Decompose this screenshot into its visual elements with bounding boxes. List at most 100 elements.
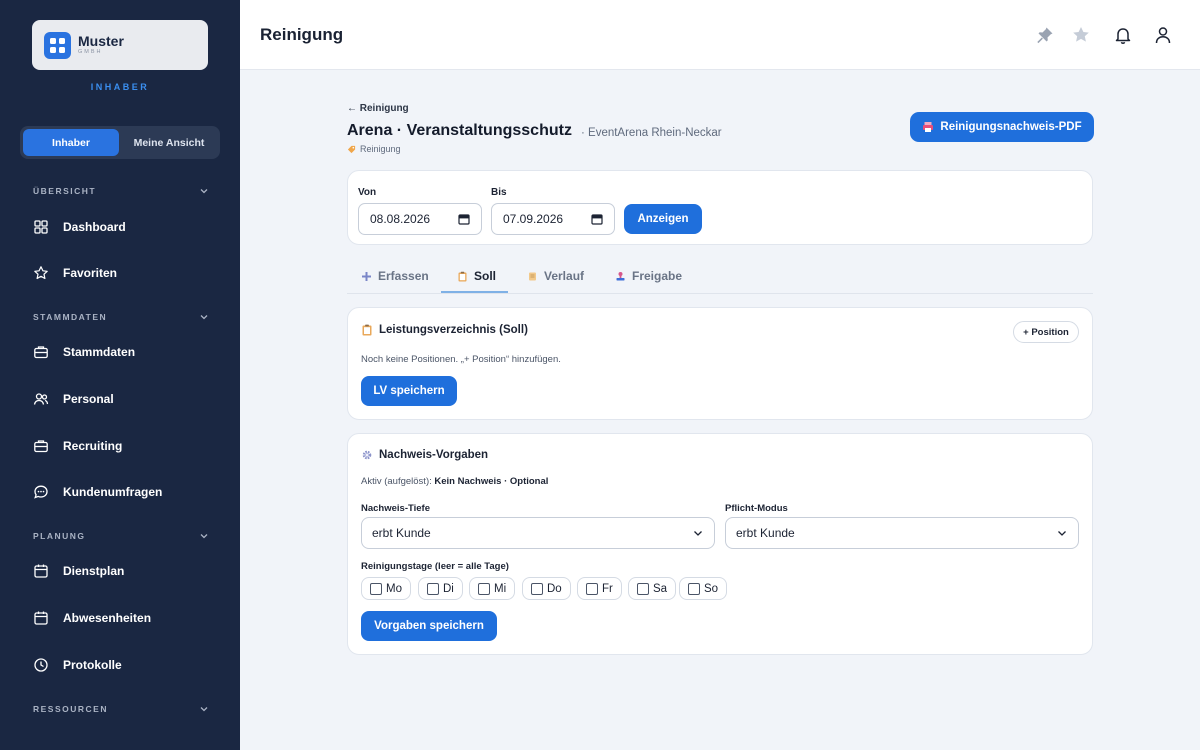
section-ressourcen[interactable]: RESSOURCEN [33, 704, 209, 714]
category-tag-label: Reinigung [360, 144, 401, 154]
day-label: So [704, 582, 719, 595]
checkbox[interactable] [688, 582, 700, 595]
sidebar-item-dashboard[interactable]: Dashboard [33, 215, 223, 239]
day-checkbox-mo[interactable]: Mo [361, 577, 411, 600]
active-config-text: Aktiv (aufgelöst): Kein Nachweis · Optio… [361, 476, 548, 487]
day-label: Fr [602, 582, 613, 595]
save-lv-button[interactable]: LV speichern [361, 376, 457, 406]
top-bar: Reinigung [240, 0, 1200, 70]
tag-icon [347, 145, 356, 153]
calendar-icon[interactable] [591, 213, 603, 225]
chat-bubble-icon [34, 485, 48, 499]
day-checkbox-di[interactable]: Di [418, 577, 463, 600]
checkbox[interactable] [637, 582, 649, 595]
section-title: STAMMDATEN [33, 312, 108, 322]
back-link[interactable]: ← Reinigung [347, 103, 409, 114]
grid-icon [34, 220, 48, 234]
day-label: Di [443, 582, 454, 595]
role-label: INHABER [90, 82, 150, 92]
page-subtitle: · EventArena Rhein-Neckar [581, 127, 722, 139]
checkbox[interactable] [586, 582, 598, 595]
checkbox[interactable] [478, 582, 490, 595]
sidebar-item-label: Personal [63, 392, 114, 406]
day-checkbox-so[interactable]: So [679, 577, 728, 600]
sidebar-item-dienstplan[interactable]: Dienstplan [33, 559, 223, 583]
chevron-down-icon [1058, 531, 1066, 536]
section-stammdaten[interactable]: STAMMDATEN [33, 312, 209, 322]
show-button[interactable]: Anzeigen [624, 204, 702, 234]
sidebar-item-label: Abwesenheiten [63, 611, 152, 625]
tab-soll[interactable]: Soll [453, 259, 500, 293]
from-label: Von [358, 187, 377, 198]
calendar-icon [34, 611, 48, 625]
calendar-icon[interactable] [458, 213, 470, 225]
sidebar-item-kundenumfragen[interactable]: Kundenumfragen [33, 480, 223, 504]
briefcase-icon [34, 440, 48, 453]
day-checkbox-fr[interactable]: Fr [577, 577, 622, 600]
depth-value: erbt Kunde [372, 526, 431, 540]
sidebar-item-favoriten[interactable]: Favoriten [33, 261, 223, 285]
sidebar-item-label: Favoriten [63, 266, 118, 280]
day-label: Sa [653, 582, 668, 595]
category-tag: Reinigung [347, 144, 401, 154]
depth-select[interactable]: erbt Kunde [361, 517, 715, 549]
sidebar-item-label: Kundenumfragen [63, 485, 163, 499]
toggle-inhaber[interactable]: Inhaber [23, 129, 119, 156]
page-header-title: Reinigung [260, 25, 344, 44]
section-planung[interactable]: PLANUNG [33, 531, 209, 541]
chevron-down-icon [200, 315, 208, 320]
tab-verlauf[interactable]: Verlauf [523, 259, 588, 293]
user-icon[interactable] [1153, 25, 1173, 45]
mode-select[interactable]: erbt Kunde [725, 517, 1079, 549]
sidebar-item-label: Dashboard [63, 220, 126, 234]
lv-title-label: Leistungsverzeichnis (Soll) [379, 324, 528, 336]
pdf-export-label: Reinigungsnachweis-PDF [940, 121, 1082, 133]
day-checkbox-sa[interactable]: Sa [628, 577, 677, 600]
nachweis-title: Nachweis-Vorgaben [361, 449, 488, 461]
sidebar-item-stammdaten[interactable]: Stammdaten [33, 340, 223, 364]
tab-label: Soll [474, 269, 497, 283]
mode-value: erbt Kunde [736, 526, 795, 540]
sidebar-item-protokolle[interactable]: Protokolle [33, 653, 223, 677]
checkbox[interactable] [427, 582, 439, 595]
star-icon[interactable] [1071, 25, 1091, 45]
bell-icon[interactable] [1113, 25, 1133, 45]
pin-icon[interactable] [1035, 25, 1055, 45]
grid-logo-icon [44, 31, 71, 59]
view-toggle: Inhaber Meine Ansicht [20, 126, 220, 159]
day-label: Do [547, 582, 562, 595]
toggle-meine-ansicht[interactable]: Meine Ansicht [121, 129, 217, 156]
printer-icon [923, 122, 934, 132]
checkbox[interactable] [370, 582, 382, 595]
chevron-down-icon [200, 707, 208, 712]
pdf-export-button[interactable]: Reinigungsnachweis-PDF [910, 112, 1094, 142]
from-date-input[interactable]: 08.08.2026 [358, 203, 482, 235]
calendar-icon [34, 564, 48, 578]
page-title: Arena · Veranstaltungsschutz [347, 122, 572, 139]
save-requirements-button[interactable]: Vorgaben speichern [361, 611, 497, 641]
tab-bar: Erfassen Soll Verlauf Freigabe [347, 259, 1093, 294]
chevron-down-icon [200, 534, 208, 539]
tab-freigabe[interactable]: Freigabe [611, 259, 686, 293]
active-tab-indicator [441, 291, 508, 293]
sidebar-item-recruiting[interactable]: Recruiting [33, 434, 223, 458]
tab-erfassen[interactable]: Erfassen [357, 259, 433, 293]
add-position-button[interactable]: + Position [1013, 321, 1079, 343]
gear-icon [362, 450, 372, 460]
day-checkbox-do[interactable]: Do [522, 577, 571, 600]
brand-name: Muster [78, 33, 124, 50]
day-label: Mo [386, 582, 402, 595]
to-date-input[interactable]: 07.09.2026 [491, 203, 615, 235]
sidebar: Muster GMBH INHABER Inhaber Meine Ansich… [0, 0, 240, 750]
day-checkbox-mi[interactable]: Mi [469, 577, 516, 600]
active-config-value: Kein Nachweis · Optional [434, 476, 549, 487]
sidebar-item-label: Protokolle [63, 658, 122, 672]
checkbox[interactable] [531, 582, 543, 595]
days-label: Reinigungstage (leer = alle Tage) [361, 561, 509, 572]
sidebar-item-label: Dienstplan [63, 564, 125, 578]
section-uebersicht[interactable]: ÜBERSICHT [33, 186, 209, 196]
section-title: RESSOURCEN [33, 704, 108, 714]
sidebar-item-personal[interactable]: Personal [33, 387, 223, 411]
sidebar-item-abwesenheiten[interactable]: Abwesenheiten [33, 606, 223, 630]
brand-logo[interactable]: Muster GMBH [32, 20, 208, 70]
